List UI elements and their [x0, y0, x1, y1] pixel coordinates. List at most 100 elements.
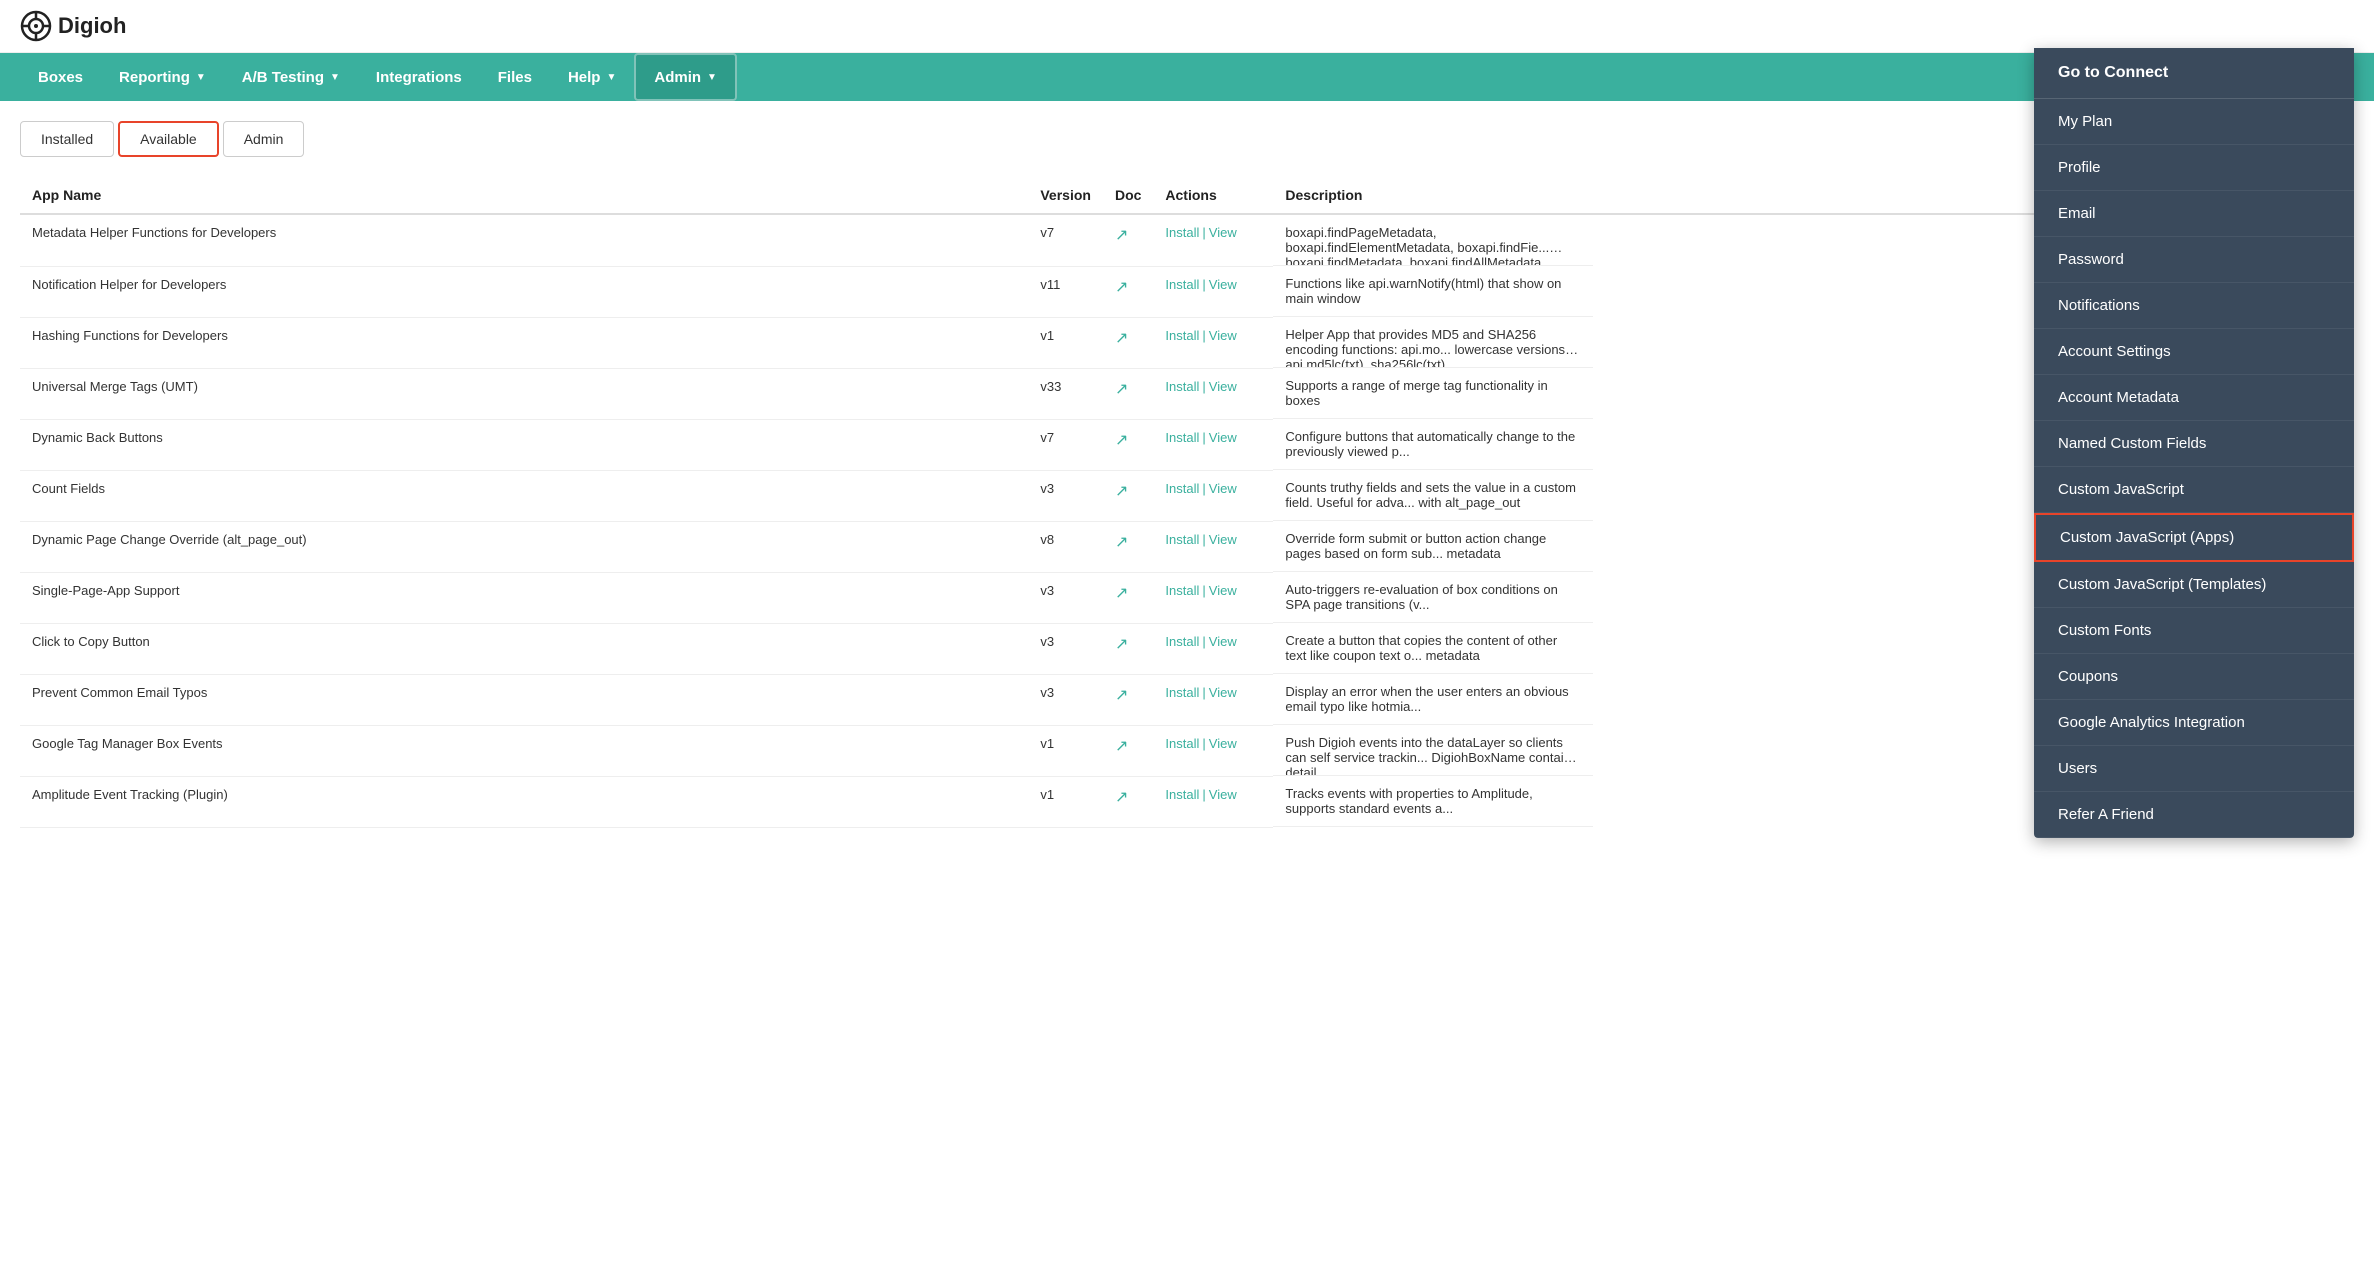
external-link-icon[interactable]: ↗︎ [1115, 636, 1128, 653]
table-row: Dynamic Back Buttonsv7↗︎Install|ViewConf… [20, 419, 2354, 470]
install-link[interactable]: Install [1165, 379, 1199, 394]
install-link[interactable]: Install [1165, 481, 1199, 496]
app-doc[interactable]: ↗︎ [1103, 419, 1153, 470]
install-link[interactable]: Install [1165, 225, 1199, 240]
external-link-icon[interactable]: ↗︎ [1115, 585, 1128, 602]
dropdown-menu-item[interactable]: Profile [2034, 145, 2354, 191]
dropdown-menu-item[interactable]: Email [2034, 191, 2354, 237]
view-link[interactable]: View [1209, 685, 1237, 700]
external-link-icon[interactable]: ↗︎ [1115, 227, 1128, 244]
install-link[interactable]: Install [1165, 328, 1199, 343]
dropdown-menu-item[interactable]: Account Settings [2034, 329, 2354, 375]
external-link-icon[interactable]: ↗︎ [1115, 483, 1128, 500]
install-link[interactable]: Install [1165, 736, 1199, 751]
app-version: v1 [1028, 776, 1103, 827]
dropdown-menu-item[interactable]: Refer A Friend [2034, 792, 2354, 838]
app-version: v8 [1028, 521, 1103, 572]
app-actions: Install|View [1153, 776, 1273, 827]
view-link[interactable]: View [1209, 481, 1237, 496]
nav-reporting[interactable]: Reporting ▼ [101, 53, 224, 101]
external-link-icon[interactable]: ↗︎ [1115, 279, 1128, 296]
col-actions: Actions [1153, 177, 1273, 214]
view-link[interactable]: View [1209, 634, 1237, 649]
install-link[interactable]: Install [1165, 685, 1199, 700]
app-name: Click to Copy Button [20, 623, 1028, 674]
dropdown-menu-item[interactable]: Account Metadata [2034, 375, 2354, 421]
app-doc[interactable]: ↗︎ [1103, 725, 1153, 776]
app-name: Metadata Helper Functions for Developers [20, 214, 1028, 266]
view-link[interactable]: View [1209, 787, 1237, 802]
tab-installed[interactable]: Installed [20, 121, 114, 157]
view-link[interactable]: View [1209, 583, 1237, 598]
tabs-container: Installed Available Admin [20, 121, 2354, 157]
external-link-icon[interactable]: ↗︎ [1115, 381, 1128, 398]
app-doc[interactable]: ↗︎ [1103, 214, 1153, 266]
app-actions: Install|View [1153, 521, 1273, 572]
external-link-icon[interactable]: ↗︎ [1115, 738, 1128, 755]
dropdown-menu-item[interactable]: Go to Connect [2034, 48, 2354, 99]
external-link-icon[interactable]: ↗︎ [1115, 789, 1128, 806]
dropdown-menu-item[interactable]: Custom JavaScript (Apps) [2034, 513, 2354, 562]
app-actions: Install|View [1153, 572, 1273, 623]
external-link-icon[interactable]: ↗︎ [1115, 330, 1128, 347]
app-name: Google Tag Manager Box Events [20, 725, 1028, 776]
install-link[interactable]: Install [1165, 787, 1199, 802]
app-doc[interactable]: ↗︎ [1103, 572, 1153, 623]
logo[interactable]: Digioh [20, 10, 126, 42]
app-doc[interactable]: ↗︎ [1103, 674, 1153, 725]
app-doc[interactable]: ↗︎ [1103, 317, 1153, 368]
nav-ab-testing[interactable]: A/B Testing ▼ [224, 53, 358, 101]
admin-caret: ▼ [707, 72, 717, 83]
tab-available[interactable]: Available [118, 121, 219, 157]
nav-admin[interactable]: Admin ▼ [634, 53, 737, 101]
dropdown-menu-item[interactable]: Named Custom Fields [2034, 421, 2354, 467]
nav-help[interactable]: Help ▼ [550, 53, 634, 101]
app-actions: Install|View [1153, 266, 1273, 317]
dropdown-menu-item[interactable]: Coupons [2034, 654, 2354, 700]
app-doc[interactable]: ↗︎ [1103, 368, 1153, 419]
dropdown-menu-item[interactable]: Users [2034, 746, 2354, 792]
app-name: Dynamic Page Change Override (alt_page_o… [20, 521, 1028, 572]
nav-files[interactable]: Files [480, 53, 550, 101]
tab-admin[interactable]: Admin [223, 121, 305, 157]
dropdown-menu-item[interactable]: Google Analytics Integration [2034, 700, 2354, 746]
nav-integrations[interactable]: Integrations [358, 53, 480, 101]
install-link[interactable]: Install [1165, 430, 1199, 445]
install-link[interactable]: Install [1165, 277, 1199, 292]
app-actions: Install|View [1153, 725, 1273, 776]
view-link[interactable]: View [1209, 430, 1237, 445]
app-doc[interactable]: ↗︎ [1103, 266, 1153, 317]
reporting-caret: ▼ [196, 72, 206, 83]
app-actions: Install|View [1153, 623, 1273, 674]
view-link[interactable]: View [1209, 277, 1237, 292]
table-row: Count Fieldsv3↗︎Install|ViewCounts truth… [20, 470, 2354, 521]
dropdown-menu-item[interactable]: My Plan [2034, 99, 2354, 145]
app-doc[interactable]: ↗︎ [1103, 521, 1153, 572]
view-link[interactable]: View [1209, 379, 1237, 394]
external-link-icon[interactable]: ↗︎ [1115, 687, 1128, 704]
app-doc[interactable]: ↗︎ [1103, 776, 1153, 827]
app-doc[interactable]: ↗︎ [1103, 470, 1153, 521]
install-link[interactable]: Install [1165, 532, 1199, 547]
external-link-icon[interactable]: ↗︎ [1115, 432, 1128, 449]
dropdown-menu-item[interactable]: Password [2034, 237, 2354, 283]
install-link[interactable]: Install [1165, 634, 1199, 649]
view-link[interactable]: View [1209, 532, 1237, 547]
app-name: Notification Helper for Developers [20, 266, 1028, 317]
table-row: Prevent Common Email Typosv3↗︎Install|Vi… [20, 674, 2354, 725]
dropdown-menu-item[interactable]: Notifications [2034, 283, 2354, 329]
view-link[interactable]: View [1209, 736, 1237, 751]
view-link[interactable]: View [1209, 328, 1237, 343]
logo-icon [20, 10, 52, 42]
app-version: v7 [1028, 214, 1103, 266]
external-link-icon[interactable]: ↗︎ [1115, 534, 1128, 551]
dropdown-menu-item[interactable]: Custom Fonts [2034, 608, 2354, 654]
app-doc[interactable]: ↗︎ [1103, 623, 1153, 674]
app-name: Hashing Functions for Developers [20, 317, 1028, 368]
dropdown-menu-item[interactable]: Custom JavaScript [2034, 467, 2354, 513]
app-name: Universal Merge Tags (UMT) [20, 368, 1028, 419]
dropdown-menu-item[interactable]: Custom JavaScript (Templates) [2034, 562, 2354, 608]
install-link[interactable]: Install [1165, 583, 1199, 598]
nav-boxes[interactable]: Boxes [20, 53, 101, 101]
view-link[interactable]: View [1209, 225, 1237, 240]
